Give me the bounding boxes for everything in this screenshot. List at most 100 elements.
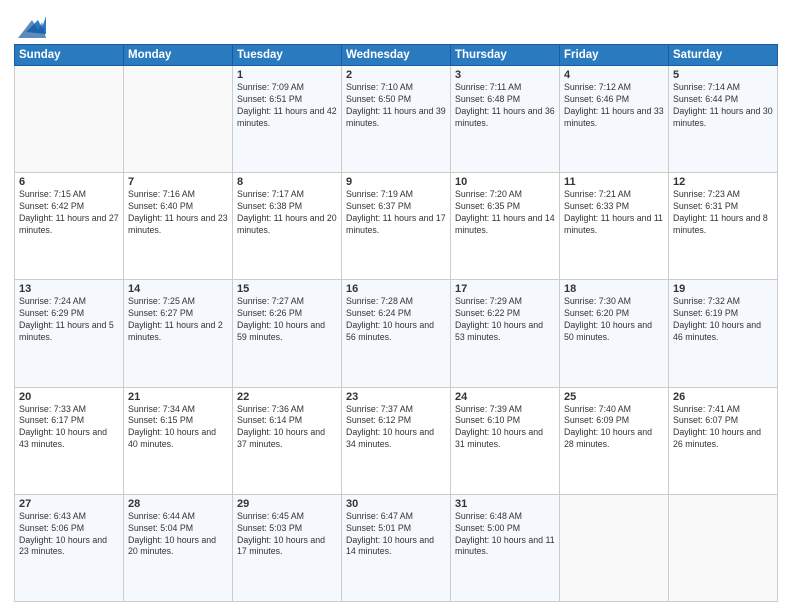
calendar-cell: 4Sunrise: 7:12 AMSunset: 6:46 PMDaylight… [560,66,669,173]
day-number: 6 [19,176,119,188]
day-number: 29 [237,498,337,510]
day-info: Sunrise: 7:24 AMSunset: 6:29 PMDaylight:… [19,296,119,344]
day-number: 25 [564,391,664,403]
calendar-cell: 27Sunrise: 6:43 AMSunset: 5:06 PMDayligh… [15,494,124,601]
calendar-cell: 13Sunrise: 7:24 AMSunset: 6:29 PMDayligh… [15,280,124,387]
calendar-cell [15,66,124,173]
day-number: 20 [19,391,119,403]
calendar-cell: 19Sunrise: 7:32 AMSunset: 6:19 PMDayligh… [669,280,778,387]
calendar-cell: 7Sunrise: 7:16 AMSunset: 6:40 PMDaylight… [124,173,233,280]
day-of-week-saturday: Saturday [669,45,778,66]
day-info: Sunrise: 6:43 AMSunset: 5:06 PMDaylight:… [19,511,119,559]
day-info: Sunrise: 7:41 AMSunset: 6:07 PMDaylight:… [673,404,773,452]
calendar-body: 1Sunrise: 7:09 AMSunset: 6:51 PMDaylight… [15,66,778,602]
calendar-cell: 31Sunrise: 6:48 AMSunset: 5:00 PMDayligh… [451,494,560,601]
calendar-cell: 6Sunrise: 7:15 AMSunset: 6:42 PMDaylight… [15,173,124,280]
day-info: Sunrise: 7:15 AMSunset: 6:42 PMDaylight:… [19,189,119,237]
calendar-cell: 28Sunrise: 6:44 AMSunset: 5:04 PMDayligh… [124,494,233,601]
calendar-cell: 5Sunrise: 7:14 AMSunset: 6:44 PMDaylight… [669,66,778,173]
calendar-cell: 25Sunrise: 7:40 AMSunset: 6:09 PMDayligh… [560,387,669,494]
calendar-cell: 26Sunrise: 7:41 AMSunset: 6:07 PMDayligh… [669,387,778,494]
week-row-2: 6Sunrise: 7:15 AMSunset: 6:42 PMDaylight… [15,173,778,280]
day-number: 8 [237,176,337,188]
day-number: 18 [564,283,664,295]
day-info: Sunrise: 7:19 AMSunset: 6:37 PMDaylight:… [346,189,446,237]
week-row-1: 1Sunrise: 7:09 AMSunset: 6:51 PMDaylight… [15,66,778,173]
days-of-week-row: SundayMondayTuesdayWednesdayThursdayFrid… [15,45,778,66]
day-of-week-sunday: Sunday [15,45,124,66]
logo-icon [18,10,46,38]
day-info: Sunrise: 7:27 AMSunset: 6:26 PMDaylight:… [237,296,337,344]
header [14,10,778,38]
day-number: 13 [19,283,119,295]
calendar-cell: 2Sunrise: 7:10 AMSunset: 6:50 PMDaylight… [342,66,451,173]
calendar-cell: 17Sunrise: 7:29 AMSunset: 6:22 PMDayligh… [451,280,560,387]
calendar-cell: 12Sunrise: 7:23 AMSunset: 6:31 PMDayligh… [669,173,778,280]
day-number: 17 [455,283,555,295]
day-info: Sunrise: 7:29 AMSunset: 6:22 PMDaylight:… [455,296,555,344]
week-row-4: 20Sunrise: 7:33 AMSunset: 6:17 PMDayligh… [15,387,778,494]
day-number: 4 [564,69,664,81]
day-info: Sunrise: 6:47 AMSunset: 5:01 PMDaylight:… [346,511,446,559]
calendar-cell: 1Sunrise: 7:09 AMSunset: 6:51 PMDaylight… [233,66,342,173]
day-info: Sunrise: 7:40 AMSunset: 6:09 PMDaylight:… [564,404,664,452]
day-info: Sunrise: 7:16 AMSunset: 6:40 PMDaylight:… [128,189,228,237]
day-info: Sunrise: 7:25 AMSunset: 6:27 PMDaylight:… [128,296,228,344]
day-number: 30 [346,498,446,510]
calendar-cell: 21Sunrise: 7:34 AMSunset: 6:15 PMDayligh… [124,387,233,494]
week-row-3: 13Sunrise: 7:24 AMSunset: 6:29 PMDayligh… [15,280,778,387]
day-info: Sunrise: 7:28 AMSunset: 6:24 PMDaylight:… [346,296,446,344]
calendar-header: SundayMondayTuesdayWednesdayThursdayFrid… [15,45,778,66]
day-info: Sunrise: 7:11 AMSunset: 6:48 PMDaylight:… [455,82,555,130]
day-info: Sunrise: 7:21 AMSunset: 6:33 PMDaylight:… [564,189,664,237]
calendar-cell: 10Sunrise: 7:20 AMSunset: 6:35 PMDayligh… [451,173,560,280]
day-number: 27 [19,498,119,510]
day-of-week-thursday: Thursday [451,45,560,66]
calendar-cell: 15Sunrise: 7:27 AMSunset: 6:26 PMDayligh… [233,280,342,387]
day-number: 16 [346,283,446,295]
day-info: Sunrise: 6:45 AMSunset: 5:03 PMDaylight:… [237,511,337,559]
day-number: 7 [128,176,228,188]
day-number: 5 [673,69,773,81]
day-number: 10 [455,176,555,188]
week-row-5: 27Sunrise: 6:43 AMSunset: 5:06 PMDayligh… [15,494,778,601]
day-number: 1 [237,69,337,81]
calendar-cell: 8Sunrise: 7:17 AMSunset: 6:38 PMDaylight… [233,173,342,280]
day-number: 3 [455,69,555,81]
calendar-cell: 24Sunrise: 7:39 AMSunset: 6:10 PMDayligh… [451,387,560,494]
day-number: 11 [564,176,664,188]
day-number: 9 [346,176,446,188]
day-of-week-wednesday: Wednesday [342,45,451,66]
day-info: Sunrise: 7:12 AMSunset: 6:46 PMDaylight:… [564,82,664,130]
day-number: 2 [346,69,446,81]
calendar-table: SundayMondayTuesdayWednesdayThursdayFrid… [14,44,778,602]
day-number: 19 [673,283,773,295]
day-info: Sunrise: 6:44 AMSunset: 5:04 PMDaylight:… [128,511,228,559]
day-number: 22 [237,391,337,403]
calendar-cell [124,66,233,173]
calendar-cell: 30Sunrise: 6:47 AMSunset: 5:01 PMDayligh… [342,494,451,601]
day-of-week-monday: Monday [124,45,233,66]
day-info: Sunrise: 7:20 AMSunset: 6:35 PMDaylight:… [455,189,555,237]
calendar-cell: 20Sunrise: 7:33 AMSunset: 6:17 PMDayligh… [15,387,124,494]
day-number: 26 [673,391,773,403]
calendar-cell: 22Sunrise: 7:36 AMSunset: 6:14 PMDayligh… [233,387,342,494]
day-number: 28 [128,498,228,510]
day-info: Sunrise: 7:23 AMSunset: 6:31 PMDaylight:… [673,189,773,237]
calendar-cell [560,494,669,601]
calendar-cell: 23Sunrise: 7:37 AMSunset: 6:12 PMDayligh… [342,387,451,494]
day-number: 12 [673,176,773,188]
calendar-cell: 14Sunrise: 7:25 AMSunset: 6:27 PMDayligh… [124,280,233,387]
page: SundayMondayTuesdayWednesdayThursdayFrid… [0,0,792,612]
day-of-week-tuesday: Tuesday [233,45,342,66]
day-number: 15 [237,283,337,295]
calendar-cell: 16Sunrise: 7:28 AMSunset: 6:24 PMDayligh… [342,280,451,387]
day-number: 21 [128,391,228,403]
day-info: Sunrise: 7:17 AMSunset: 6:38 PMDaylight:… [237,189,337,237]
day-info: Sunrise: 7:34 AMSunset: 6:15 PMDaylight:… [128,404,228,452]
day-info: Sunrise: 7:30 AMSunset: 6:20 PMDaylight:… [564,296,664,344]
day-info: Sunrise: 7:09 AMSunset: 6:51 PMDaylight:… [237,82,337,130]
calendar-cell: 29Sunrise: 6:45 AMSunset: 5:03 PMDayligh… [233,494,342,601]
calendar-cell: 11Sunrise: 7:21 AMSunset: 6:33 PMDayligh… [560,173,669,280]
day-of-week-friday: Friday [560,45,669,66]
